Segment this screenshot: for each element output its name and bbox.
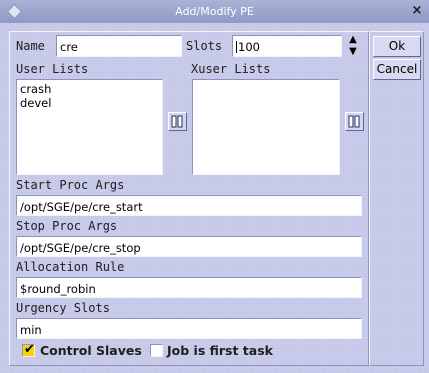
text-cursor bbox=[236, 41, 237, 53]
dialog-body: Name cre Slots 100 ▲ ▼ User Lists crash … bbox=[0, 23, 429, 373]
name-field[interactable]: cre bbox=[56, 35, 182, 57]
stop-proc-args-field[interactable]: /opt/SGE/pe/cre_stop bbox=[16, 236, 362, 257]
list-item[interactable]: devel bbox=[20, 96, 159, 110]
slots-value: 100 bbox=[238, 40, 260, 54]
xuser-lists-label: Xuser Lists bbox=[191, 62, 271, 76]
user-lists-label: User Lists bbox=[16, 62, 89, 76]
control-slaves-checkbox[interactable]: ✔ bbox=[22, 342, 35, 357]
close-icon[interactable]: × bbox=[409, 3, 425, 19]
user-lists-pick-button[interactable] bbox=[168, 112, 187, 131]
urgency-slots-field[interactable]: min bbox=[16, 318, 362, 339]
cancel-button[interactable]: Cancel bbox=[373, 59, 421, 80]
arrow-up-icon[interactable]: ▲ bbox=[346, 34, 360, 46]
ok-button[interactable]: Ok bbox=[373, 36, 421, 57]
button-pane: Ok Cancel bbox=[369, 31, 424, 366]
title-bar[interactable]: Add/Modify PE × bbox=[0, 0, 429, 23]
start-proc-args-field[interactable]: /opt/SGE/pe/cre_start bbox=[16, 195, 362, 216]
job-first-task-label: Job is first task bbox=[167, 343, 273, 358]
list-picker-icon bbox=[171, 115, 183, 128]
add-modify-pe-dialog: Add/Modify PE × Name cre Slots 100 ▲ ▼ U… bbox=[0, 0, 429, 373]
window-title: Add/Modify PE bbox=[175, 5, 254, 18]
arrow-down-icon[interactable]: ▼ bbox=[346, 46, 360, 58]
list-picker-icon bbox=[348, 115, 360, 128]
form-area: Name cre Slots 100 ▲ ▼ User Lists crash … bbox=[9, 31, 369, 366]
start-proc-args-label: Start Proc Args bbox=[16, 178, 125, 192]
job-first-task-checkbox[interactable] bbox=[150, 344, 163, 357]
name-label: Name bbox=[16, 39, 45, 53]
xuser-lists-pick-button[interactable] bbox=[345, 112, 364, 131]
user-lists-box[interactable]: crash devel bbox=[16, 79, 163, 175]
urgency-slots-label: Urgency Slots bbox=[16, 301, 110, 315]
allocation-rule-field[interactable]: $round_robin bbox=[16, 277, 362, 298]
slots-spinner[interactable]: ▲ ▼ bbox=[346, 34, 360, 58]
xuser-lists-box[interactable] bbox=[192, 79, 340, 175]
stop-proc-args-label: Stop Proc Args bbox=[16, 219, 118, 233]
allocation-rule-label: Allocation Rule bbox=[16, 260, 125, 274]
checkmark-icon: ✔ bbox=[24, 342, 35, 357]
slots-label: Slots bbox=[186, 39, 223, 53]
list-item[interactable]: crash bbox=[20, 82, 159, 96]
slots-field[interactable]: 100 bbox=[232, 35, 342, 57]
control-slaves-label: Control Slaves bbox=[40, 343, 142, 358]
